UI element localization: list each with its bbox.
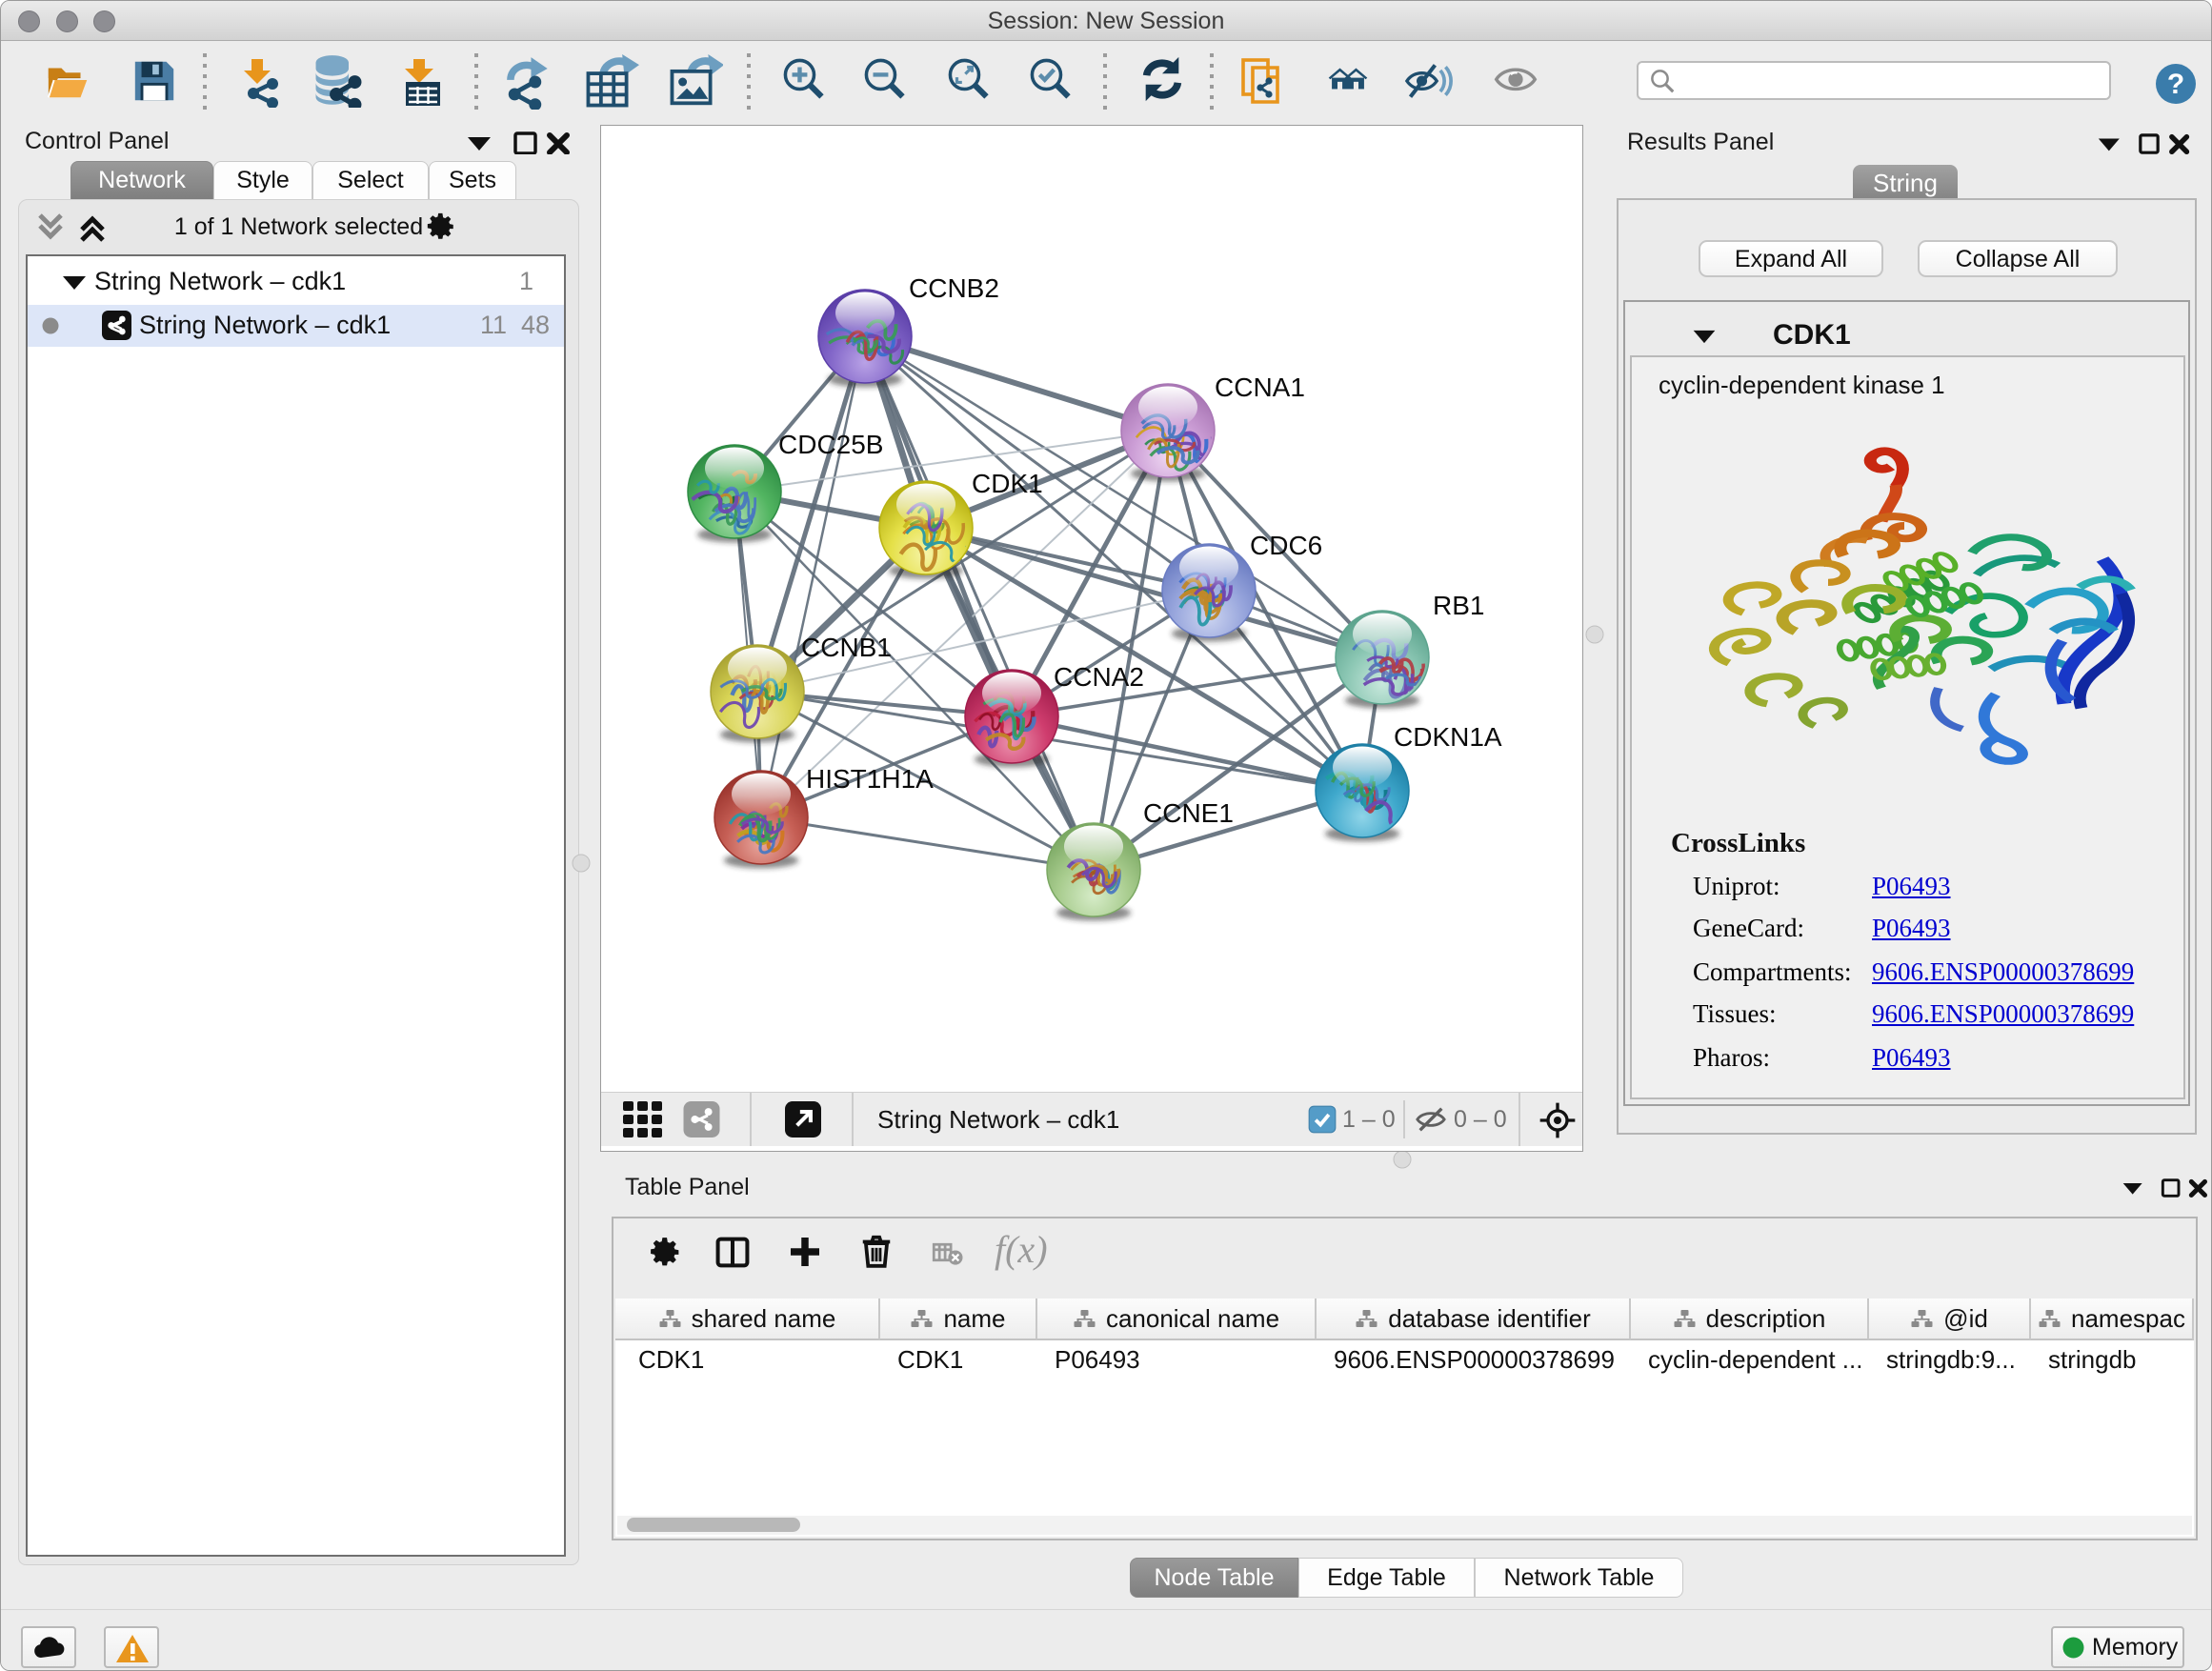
svg-text:CCNB2: CCNB2 xyxy=(909,273,999,303)
svg-text:?: ? xyxy=(2167,69,2184,100)
svg-text:CCNA1: CCNA1 xyxy=(1215,372,1305,402)
svg-text:CDK1: CDK1 xyxy=(972,469,1043,498)
svg-text:CDC25B: CDC25B xyxy=(778,430,883,459)
svg-text:CDC6: CDC6 xyxy=(1250,531,1322,560)
svg-text:CCNB1: CCNB1 xyxy=(801,633,892,662)
svg-text:HIST1H1A: HIST1H1A xyxy=(806,764,934,794)
svg-text:CDKN1A: CDKN1A xyxy=(1394,722,1502,752)
svg-text:RB1: RB1 xyxy=(1433,591,1484,620)
svg-text:CCNE1: CCNE1 xyxy=(1143,798,1234,828)
svg-text:CCNA2: CCNA2 xyxy=(1054,662,1144,692)
svg-text:f(x): f(x) xyxy=(995,1228,1048,1271)
